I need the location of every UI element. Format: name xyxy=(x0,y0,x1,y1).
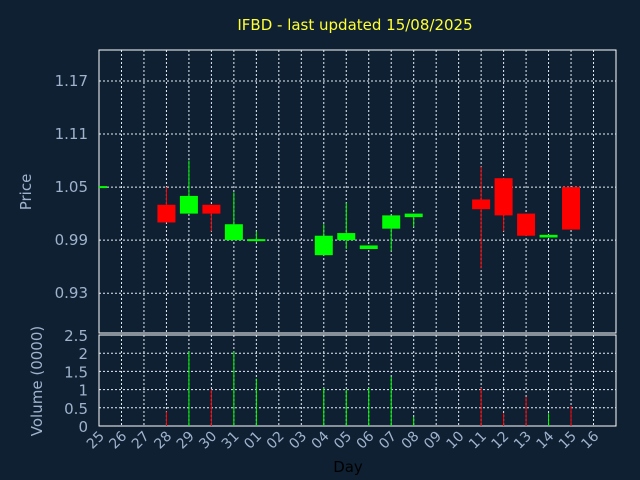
candle-body xyxy=(337,233,356,241)
x-tick-label: 26 xyxy=(106,428,130,452)
candle-body xyxy=(382,215,401,229)
volume-panel-frame xyxy=(98,334,617,427)
stock-chart: 0.93 0.99 1.05 1.11 1.17 0 0.5 1 1.5 2 2.5 IFBD - l… xyxy=(0,0,640,480)
x-tick-label: 09 xyxy=(421,429,445,453)
x-tick-label: 31 xyxy=(219,429,243,453)
price-tick-label: 0.93 xyxy=(55,284,88,302)
candle-body xyxy=(517,213,536,236)
volume-axis-title: Volume (0000) xyxy=(28,326,46,436)
price-axis-title: Price xyxy=(17,174,35,211)
candle-body xyxy=(99,186,107,189)
candle-body xyxy=(247,239,266,242)
candle-body xyxy=(179,195,198,214)
price-tick-label: 1.05 xyxy=(55,178,88,196)
x-tick-label: 13 xyxy=(511,429,535,453)
volume-tick-label: 1.5 xyxy=(64,363,88,381)
volume-tick-label: 2.5 xyxy=(64,327,88,345)
candle-body xyxy=(157,204,176,223)
candle-body xyxy=(472,199,491,210)
price-tick-label: 1.17 xyxy=(55,72,88,90)
candle-body xyxy=(404,213,423,218)
x-tick-label: 06 xyxy=(354,428,378,452)
x-tick-label: 02 xyxy=(264,429,288,453)
x-tick-label: 08 xyxy=(399,429,423,453)
chart-title: IFBD - last updated 15/08/2025 xyxy=(237,16,472,34)
price-tick-label: 0.99 xyxy=(55,231,88,249)
candle-body xyxy=(494,178,513,216)
x-tick-label: 03 xyxy=(286,429,310,453)
x-tick-label: 30 xyxy=(196,429,220,453)
candle-body xyxy=(562,187,581,230)
x-tick-label: 15 xyxy=(556,429,580,453)
x-tick-label: 16 xyxy=(578,428,602,452)
candle-body xyxy=(539,234,558,238)
x-tick-label: 27 xyxy=(129,429,153,453)
volume-tick-label: 2 xyxy=(78,345,88,363)
x-tick-label: 28 xyxy=(151,429,175,453)
candle-body xyxy=(314,235,333,256)
volume-tick-label: 1 xyxy=(78,382,88,400)
chart-canvas: 0.93 0.99 1.05 1.11 1.17 00.511.522.5 IFBD - l… xyxy=(17,16,617,476)
candle-body xyxy=(359,245,378,249)
x-axis-title: Day xyxy=(333,458,363,476)
x-tick-label: 12 xyxy=(489,429,513,453)
price-tick-label: 1.11 xyxy=(55,125,88,143)
candle-body xyxy=(202,204,221,214)
x-tick-label: 04 xyxy=(309,428,333,452)
x-tick-label: 11 xyxy=(466,429,490,453)
x-tick-label: 10 xyxy=(444,429,468,453)
volume-tick-label: 0 xyxy=(78,418,88,436)
x-tick-label: 05 xyxy=(331,429,355,453)
candle-body xyxy=(224,224,243,241)
x-tick-label: 01 xyxy=(241,429,265,453)
x-tick-label: 29 xyxy=(174,429,198,453)
volume-tick-label: 0.5 xyxy=(64,400,88,418)
price-panel-frame xyxy=(98,49,617,334)
x-tick-label: 14 xyxy=(533,428,557,452)
x-tick-label: 07 xyxy=(376,429,400,453)
